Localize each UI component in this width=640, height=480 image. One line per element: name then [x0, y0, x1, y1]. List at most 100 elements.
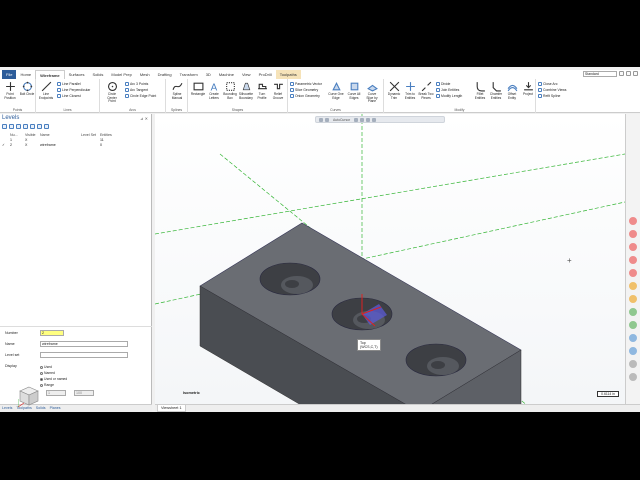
table-row[interactable]: ✓ 2 X wireframe 0	[2, 143, 150, 148]
break-two-pieces-button[interactable]: Break Two Pieces	[418, 81, 434, 105]
tab-wireframe[interactable]: Wireframe	[35, 70, 65, 79]
pocket-left	[259, 262, 321, 296]
radio-used-or-named[interactable]: Used or named	[40, 377, 67, 381]
relief-groove-icon	[273, 83, 283, 90]
chamfer-icon	[492, 82, 501, 92]
quick-mask-icon[interactable]	[629, 295, 637, 303]
range-to-field[interactable]: 100	[74, 390, 94, 396]
quick-mask-icon[interactable]	[629, 230, 637, 238]
tab-drafting[interactable]: Drafting	[154, 70, 176, 79]
radio-named[interactable]: Named	[40, 371, 55, 375]
add-level-icon[interactable]	[2, 124, 7, 129]
set-all-visible-icon[interactable]	[16, 124, 21, 129]
mastercam-window: File Home Wireframe Surfaces Solids Mode…	[0, 67, 640, 412]
quick-mask-icon[interactable]	[629, 282, 637, 290]
quick-mask-icon[interactable]	[629, 243, 637, 251]
group-points: Point Position Bolt Circle Points	[0, 79, 36, 113]
point-position-button[interactable]: Point Position	[2, 81, 18, 105]
trim-to-entities-button[interactable]: Trim to Entities	[402, 81, 418, 105]
curve-one-edge-button[interactable]: Curve One Edge	[328, 81, 344, 105]
quick-mask-icon[interactable]	[629, 373, 637, 381]
help-icon[interactable]	[626, 71, 631, 76]
create-letters-button[interactable]: A Create Letters	[206, 81, 222, 105]
tab-machine[interactable]: Machine	[215, 70, 238, 79]
tab-transform[interactable]: Transform	[176, 70, 202, 79]
tab-surfaces[interactable]: Surfaces	[65, 70, 89, 79]
quick-mask-icon[interactable]	[629, 308, 637, 316]
tab-solids[interactable]: Solids	[88, 70, 107, 79]
select-icon[interactable]	[319, 117, 323, 122]
line-endpoints-button[interactable]: Line Endpoints	[38, 81, 54, 105]
mask-icon[interactable]	[366, 117, 371, 122]
filter-icon[interactable]	[360, 117, 365, 122]
hide-all-icon[interactable]	[23, 124, 28, 129]
settings-icon[interactable]	[619, 71, 624, 76]
vector-icon	[290, 82, 294, 86]
silhouette-boundary-button[interactable]: Silhouette Boundary	[238, 81, 254, 105]
spline-manual-button[interactable]: Spline Manual	[169, 81, 185, 105]
relief-groove-button[interactable]: Relief Groove	[270, 81, 286, 105]
tab-planes-manager[interactable]: Planes	[48, 405, 63, 412]
modify-length-button[interactable]: Modify Length	[436, 93, 462, 99]
quick-mask-icon[interactable]	[629, 269, 637, 277]
radio-range[interactable]: Range	[40, 383, 54, 387]
dynamic-trim-button[interactable]: Dynamic Trim	[386, 81, 402, 105]
dynamic-trim-icon	[389, 81, 399, 92]
viewcube-icon[interactable]	[18, 385, 40, 409]
bolt-circle-button[interactable]: Bolt Circle	[19, 81, 35, 105]
standard-select[interactable]: Standard	[583, 70, 617, 77]
project-button[interactable]: Project	[520, 81, 536, 105]
minimize-ribbon-icon[interactable]	[633, 71, 638, 76]
circle-edge-point-button[interactable]: Circle Edge Point	[125, 93, 156, 99]
circle-center-point-button[interactable]: Circle Center Point	[104, 81, 120, 105]
quick-mask-icon[interactable]	[629, 256, 637, 264]
refit-spline-button[interactable]: Refit Spline	[538, 93, 560, 99]
find-level-icon[interactable]	[9, 124, 14, 129]
options-icon[interactable]	[37, 124, 42, 129]
quick-mask-icon[interactable]	[629, 360, 637, 368]
chamfer-entities-button[interactable]: Chamfer Entities	[488, 81, 504, 105]
chain-icon[interactable]	[325, 117, 329, 122]
autocursor-toolbar[interactable]: AutoCursor	[315, 116, 445, 123]
range-from-field[interactable]: 1	[46, 390, 66, 396]
solid-block[interactable]	[199, 222, 522, 404]
line-closest-button[interactable]: Line Closest	[57, 93, 81, 99]
tab-levels-manager[interactable]: Levels	[0, 405, 14, 412]
snap-icon[interactable]	[354, 117, 359, 122]
tab-prodrill[interactable]: ProDrill	[255, 70, 276, 79]
name-field[interactable]: wireframe	[40, 341, 128, 347]
viewsheet-tab[interactable]: Viewsheet 1	[157, 405, 186, 412]
quick-mask-icon[interactable]	[629, 217, 637, 225]
refresh-icon[interactable]	[30, 124, 35, 129]
tab-view[interactable]: View	[238, 70, 255, 79]
help-icon[interactable]	[44, 124, 49, 129]
guide-line	[155, 153, 625, 235]
number-field[interactable]: 2	[40, 330, 64, 336]
curve-all-edges-button[interactable]: Curve All Edges	[346, 81, 362, 105]
quick-mask-icon[interactable]	[629, 347, 637, 355]
tab-model-prep[interactable]: Model Prep	[107, 70, 135, 79]
row-visible[interactable]: X	[25, 143, 40, 148]
bounding-box-button[interactable]: Bounding Box	[222, 81, 238, 105]
quick-mask-icon[interactable]	[629, 321, 637, 329]
tab-file[interactable]: File	[2, 70, 17, 79]
join-icon	[436, 88, 440, 92]
tab-3d[interactable]: 3D	[202, 70, 215, 79]
viewsheet-bar: Viewsheet 1	[155, 404, 640, 412]
fillet-entities-button[interactable]: Fillet Entities	[472, 81, 488, 105]
onion-geometry-button[interactable]: Onion Geometry	[290, 93, 320, 99]
graphics-viewport[interactable]: AutoCursor Top (WCS,C,T) + Isometric 0.6…	[155, 114, 625, 404]
quick-mask-icon[interactable]	[629, 334, 637, 342]
solid-select-icon[interactable]	[372, 117, 377, 122]
turn-profile-button[interactable]: Turn Profile	[254, 81, 270, 105]
curve-slice-plane-button[interactable]: Curve Slice by Plane	[364, 81, 380, 105]
number-label: Number	[5, 331, 18, 335]
level-set-field[interactable]	[40, 352, 128, 358]
pin-close-icon[interactable]: ⊿ ✕	[140, 116, 148, 121]
offset-entity-button[interactable]: Offset Entity	[504, 81, 520, 105]
rectangle-button[interactable]: Rectangle	[190, 81, 206, 105]
tab-home[interactable]: Home	[16, 70, 35, 79]
tab-toolpaths[interactable]: Toolpaths	[275, 70, 301, 79]
tab-mesh[interactable]: Mesh	[136, 70, 154, 79]
radio-used[interactable]: Used	[40, 365, 52, 369]
